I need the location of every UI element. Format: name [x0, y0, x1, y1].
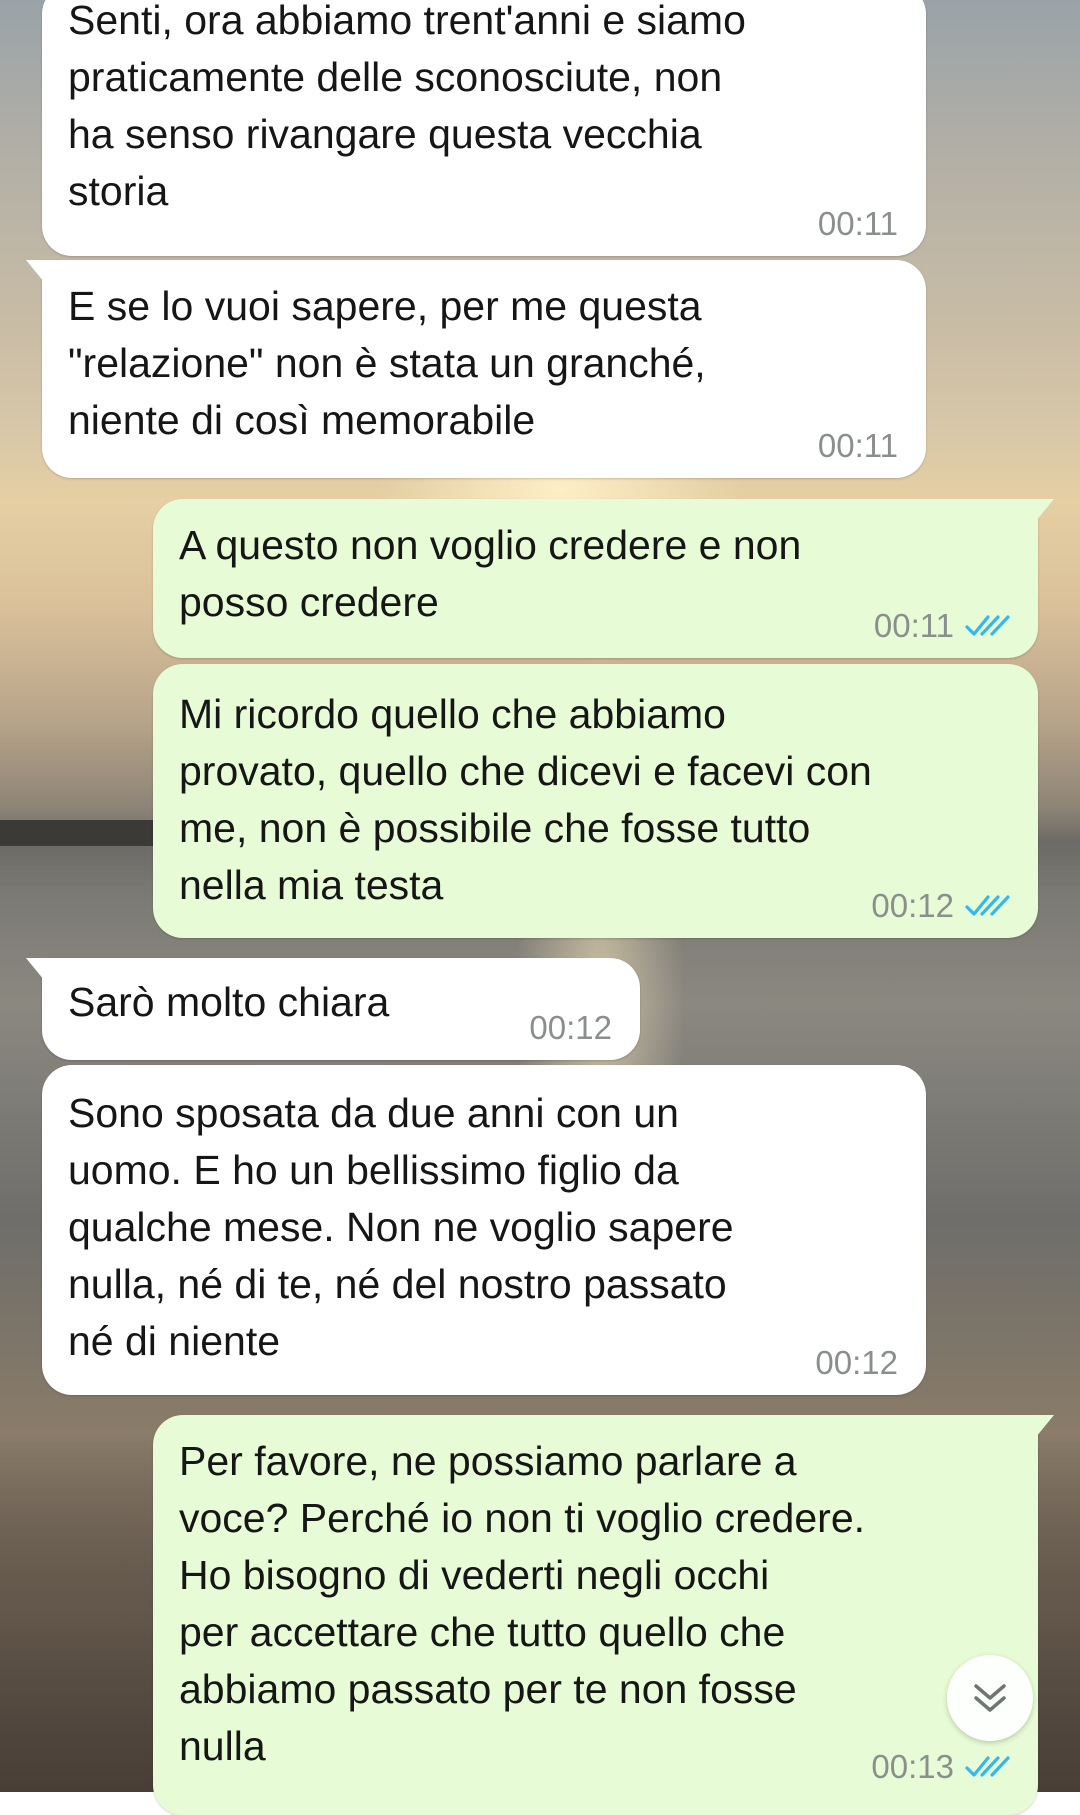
message-timestamp: 00:11	[817, 427, 898, 464]
message-text: Sono sposata da due anni con un uomo. E …	[68, 1085, 734, 1370]
message-timestamp: 00:12	[871, 887, 954, 924]
message-timestamp: 00:13	[871, 1748, 954, 1785]
message-timestamp: 00:11	[873, 607, 954, 644]
message-outgoing[interactable]: Mi ricordo quello che abbiamo provato, q…	[153, 664, 1038, 938]
message-line: niente di così memorabile	[68, 397, 536, 443]
message-line: né di niente	[68, 1318, 281, 1364]
message-line: E se lo vuoi sapere, per me questa	[68, 283, 702, 329]
message-line: ha senso rivangare questa vecchia	[68, 111, 702, 157]
message-timestamp: 00:11	[817, 205, 898, 242]
message-line: storia	[68, 168, 169, 214]
message-line: Per favore, ne possiamo parlare a	[179, 1438, 797, 1484]
message-outgoing[interactable]: Per favore, ne possiamo parlare a voce? …	[153, 1415, 1054, 1815]
message-line: uomo. E ho un bellissimo figlio da	[68, 1147, 679, 1193]
message-text: Per favore, ne possiamo parlare a voce? …	[179, 1433, 865, 1775]
message-line: Sono sposata da due anni con un	[68, 1090, 679, 1136]
message-text: Senti, ora abbiamo trent'anni e siamo pr…	[68, 0, 746, 220]
message-incoming[interactable]: E se lo vuoi sapere, per me questa "rela…	[26, 260, 926, 478]
message-line: per accettare che tutto quello che	[179, 1609, 786, 1655]
double-check-read-icon	[965, 1756, 1010, 1777]
message-line: Mi ricordo quello che abbiamo	[179, 691, 726, 737]
message-incoming[interactable]: Senti, ora abbiamo trent'anni e siamo pr…	[42, 0, 926, 256]
message-line: abbiamo passato per te non fosse	[179, 1666, 797, 1712]
message-line: Sarò molto chiara	[68, 979, 390, 1025]
double-check-read-icon	[965, 895, 1010, 916]
message-line: posso credere	[179, 579, 439, 625]
message-line: me, non è possibile che fosse tutto	[179, 805, 811, 851]
message-line: provato, quello che dicevi e facevi con	[179, 748, 872, 794]
message-text: E se lo vuoi sapere, per me questa "rela…	[68, 278, 706, 449]
message-line: "relazione" non è stata un granché,	[68, 340, 706, 386]
message-line: A questo non voglio credere e non	[179, 522, 802, 568]
message-incoming[interactable]: Sono sposata da due anni con un uomo. E …	[42, 1065, 926, 1395]
message-line: nella mia testa	[179, 862, 444, 908]
message-outgoing[interactable]: A questo non voglio credere e non posso …	[153, 499, 1054, 658]
message-line: nulla	[179, 1723, 266, 1769]
chevron-double-down-icon	[974, 1684, 1006, 1712]
message-line: nulla, né di te, né del nostro passato	[68, 1261, 727, 1307]
message-line: voce? Perché io non ti voglio credere.	[179, 1495, 866, 1541]
message-line: Senti, ora abbiamo trent'anni e siamo	[68, 0, 746, 43]
scroll-to-bottom-button[interactable]	[947, 1655, 1033, 1741]
message-text: A questo non voglio credere e non posso …	[179, 517, 801, 631]
message-line: Ho bisogno di vederti negli occhi	[179, 1552, 770, 1598]
message-incoming[interactable]: Sarò molto chiara 00:12	[26, 958, 640, 1060]
message-line: qualche mese. Non ne voglio sapere	[68, 1204, 734, 1250]
message-line: praticamente delle sconosciute, non	[68, 54, 723, 100]
double-check-read-icon	[965, 615, 1010, 636]
message-text: Mi ricordo quello che abbiamo provato, q…	[179, 686, 872, 914]
message-text: Sarò molto chiara	[68, 974, 389, 1031]
message-timestamp: 00:12	[529, 1009, 612, 1046]
message-timestamp: 00:12	[815, 1344, 898, 1381]
